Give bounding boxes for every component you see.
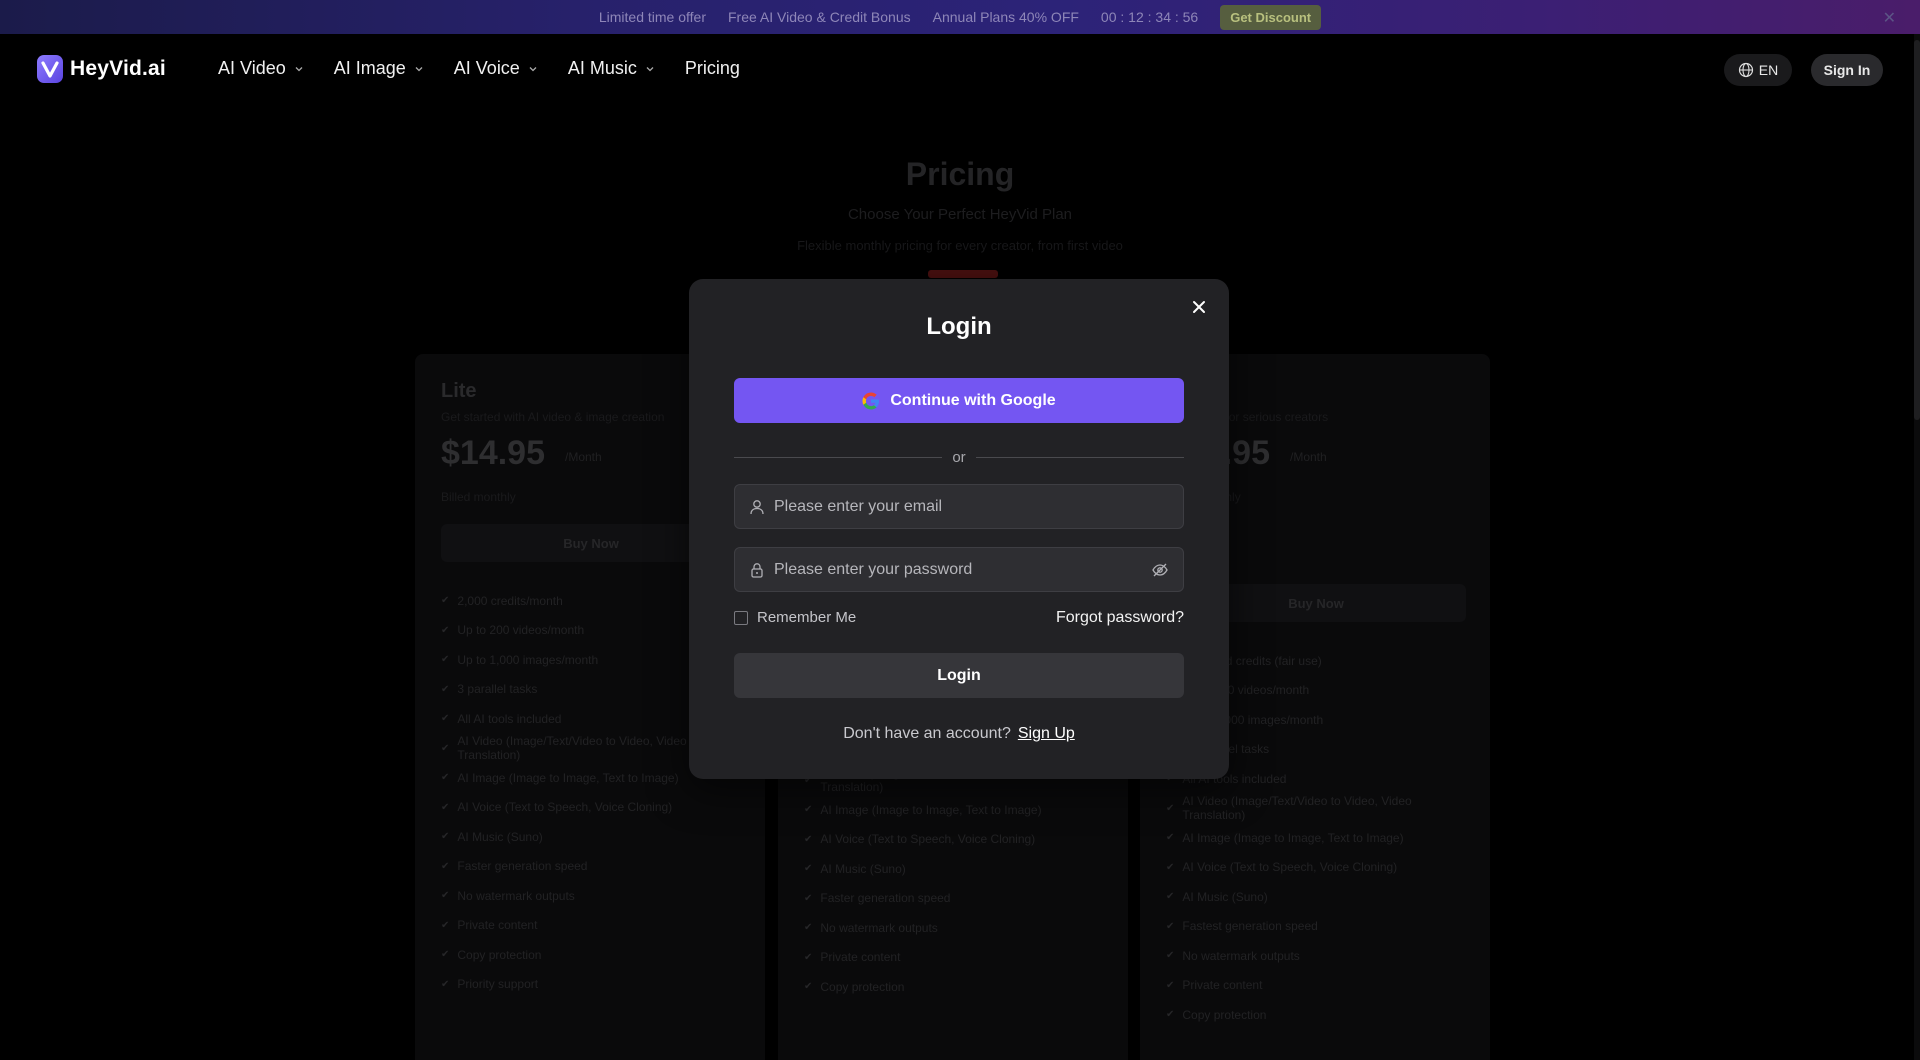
logo-icon [37, 55, 63, 83]
feature-item: Copy protection [1166, 1000, 1466, 1030]
page-subtitle: Choose Your Perfect HeyVid Plan [847, 206, 1073, 223]
feature-item: Private content [804, 943, 1104, 973]
feature-item: AI Image (Image to Image, Text to Image) [1166, 823, 1466, 853]
user-icon [750, 499, 764, 514]
feature-item: AI Music (Suno) [804, 854, 1104, 884]
google-icon [862, 392, 880, 409]
promo-timer: 00 : 12 : 34 : 56 [1100, 9, 1199, 25]
feature-item: Copy protection [441, 940, 741, 970]
nav-ai-music[interactable]: AI Music [568, 58, 655, 79]
feature-item: AI Music (Suno) [1166, 882, 1466, 912]
feature-item: Private content [441, 911, 741, 941]
lock-icon [751, 562, 763, 578]
feature-item: AI Music (Suno) [441, 822, 741, 852]
nav-ai-image[interactable]: AI Image [334, 58, 424, 79]
password-field[interactable] [734, 547, 1184, 592]
plan-period: /Month [565, 450, 602, 464]
remember-me[interactable]: Remember Me [734, 609, 856, 626]
divider-line [734, 456, 943, 458]
nav-label: AI Video [218, 58, 286, 78]
nav-label: AI Music [567, 58, 637, 78]
continue-with-google-button[interactable]: Continue with Google [734, 378, 1184, 423]
chevron-down-icon [415, 66, 423, 71]
feature-item: AI Voice (Text to Speech, Voice Cloning) [804, 825, 1104, 855]
chevron-down-icon [295, 66, 303, 71]
feature-item: Copy protection [804, 972, 1104, 1002]
nav-ai-voice[interactable]: AI Voice [454, 58, 538, 79]
promo-cta-button[interactable]: Get Discount [1220, 4, 1322, 30]
forgot-password-link[interactable]: Forgot password? [1056, 609, 1184, 627]
remember-me-checkbox[interactable] [734, 610, 748, 625]
page-subtitle-secondary: Flexible monthly pricing for every creat… [797, 238, 1123, 253]
feature-item: AI Voice (Text to Speech, Voice Cloning) [1166, 853, 1466, 883]
plan-price: $14.95 [441, 434, 545, 472]
feature-item: AI Video (Image/Text/Video to Video, Vid… [1166, 794, 1466, 824]
modal-title: Login [926, 313, 992, 340]
page-title: Pricing [905, 156, 1015, 192]
language-switcher[interactable]: EN [1724, 54, 1792, 86]
chevron-down-icon [646, 66, 654, 71]
plan-note: Billed monthly [441, 490, 516, 504]
email-input[interactable] [774, 497, 1169, 516]
site-header: HeyVid.ai AI Video AI Image AI Voice AI … [0, 34, 1920, 106]
promo-text-2: Free AI Video & Credit Bonus [728, 9, 911, 25]
password-input[interactable] [774, 560, 1142, 579]
promo-text-3: Annual Plans 40% OFF [932, 9, 1079, 25]
feature-item: No watermark outputs [441, 881, 741, 911]
sign-in-button[interactable]: Sign In [1811, 54, 1883, 86]
feature-item: No watermark outputs [1166, 941, 1466, 971]
main-nav: AI Video AI Image AI Voice AI Music Pric… [218, 58, 740, 79]
login-modal: Login Continue with Google or Please ent… [689, 279, 1229, 779]
login-button[interactable]: Login [734, 653, 1184, 698]
feature-item: AI Image (Image to Image, Text to Image) [804, 795, 1104, 825]
nav-ai-video[interactable]: AI Video [218, 58, 304, 79]
no-account-text: Don't have an account? [843, 725, 1011, 742]
or-label: or [952, 448, 966, 466]
divider-line [975, 456, 1184, 458]
scrollbar-thumb[interactable] [1914, 40, 1920, 420]
feature-item: Priority support [441, 970, 741, 1000]
plan-description: Get started with AI video & image creati… [441, 410, 665, 424]
feature-item: No watermark outputs [804, 913, 1104, 943]
nav-label: AI Voice [453, 58, 520, 78]
plan-period: /Month [1290, 450, 1327, 464]
brand-logo[interactable]: HeyVid.ai [36, 54, 166, 84]
language-label: EN [1758, 62, 1779, 78]
brand-name: HeyVid.ai [70, 57, 166, 80]
feature-item: Faster generation speed [441, 852, 741, 882]
promo-close-icon[interactable]: ✕ [1883, 8, 1896, 28]
feature-item: AI Voice (Text to Speech, Voice Cloning) [441, 793, 741, 823]
plan-name: Lite [441, 380, 477, 402]
remember-me-label: Remember Me [757, 609, 857, 626]
nav-label: AI Image [333, 58, 406, 78]
billing-tab-indicator [928, 270, 998, 278]
feature-item: Fastest generation speed [1166, 912, 1466, 942]
nav-pricing[interactable]: Pricing [685, 58, 740, 79]
or-divider: or [734, 447, 1184, 467]
feature-item: Private content [1166, 971, 1466, 1001]
email-field[interactable] [734, 484, 1184, 529]
eye-off-icon[interactable] [1151, 561, 1169, 579]
nav-label: Pricing [684, 58, 740, 78]
google-button-label: Continue with Google [890, 391, 1056, 409]
feature-item: Faster generation speed [804, 884, 1104, 914]
sign-up-link[interactable]: Sign Up [1018, 725, 1075, 743]
promo-banner: Limited time offer Free AI Video & Credi… [0, 0, 1920, 34]
signup-prompt: Don't have an account? Sign Up [689, 725, 1229, 743]
promo-text-1: Limited time offer [598, 9, 706, 25]
globe-icon [1738, 62, 1753, 78]
chevron-down-icon [529, 66, 537, 71]
